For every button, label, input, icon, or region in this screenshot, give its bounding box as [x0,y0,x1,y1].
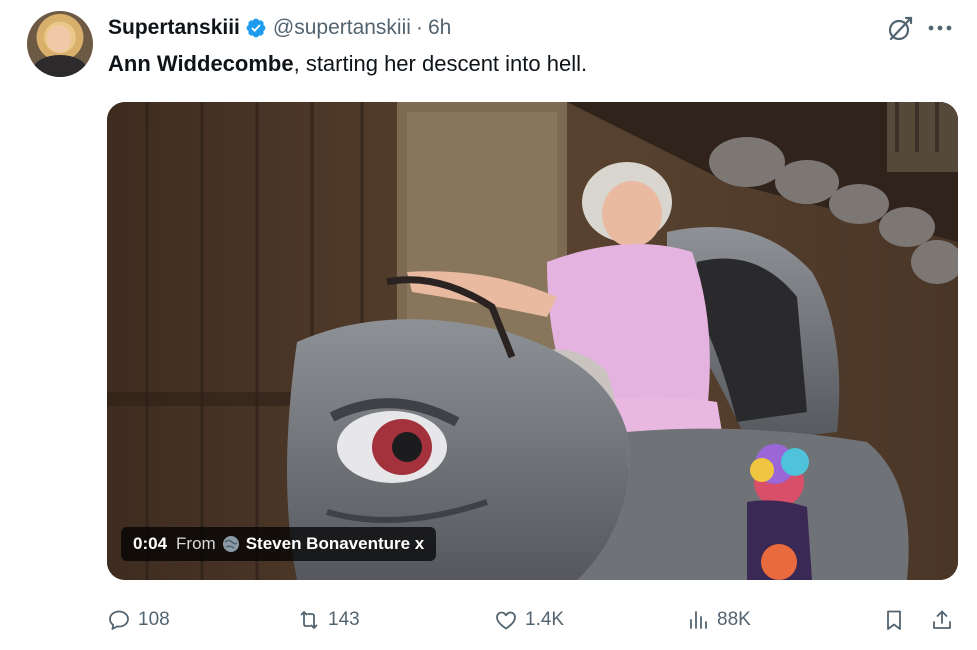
grok-icon[interactable] [887,16,913,42]
reply-button[interactable]: 108 [107,598,170,642]
avatar-shoulders [33,55,87,77]
verified-badge-icon [246,18,266,38]
tweet-text-rest: , starting her descent into hell. [293,51,588,76]
post-time[interactable]: 6h [428,16,451,40]
author-handle[interactable]: @supertanskiii [273,16,411,40]
heart-icon [496,611,516,630]
video-frame [107,102,958,580]
repost-button[interactable]: 143 [297,598,360,642]
avatar-face [47,25,71,53]
video-info-chip: 0:04 From Steven Bonaventure x [121,527,437,561]
views-count: 88K [717,609,751,630]
tweet-header: Supertanskiii @supertanskiii · 6h [108,14,451,42]
share-button[interactable] [930,598,961,642]
author-avatar[interactable] [27,11,93,77]
views-icon [690,611,707,629]
share-icon [933,610,951,629]
header-separator: · [415,16,423,39]
video-source-name[interactable]: Steven Bonaventure x [246,534,425,554]
bookmark-icon [887,610,901,630]
tweet-actions: 108 143 1.4K 88K [0,598,977,642]
reply-count: 108 [138,609,170,630]
video-player[interactable] [107,102,958,580]
like-button[interactable]: 1.4K [494,598,564,642]
author-display-name[interactable]: Supertanskiii [108,16,240,40]
tweet-text-bold: Ann Widdecombe [108,51,294,76]
repost-icon [300,611,318,629]
repost-count: 143 [328,609,360,630]
reply-icon [109,610,129,630]
views-button[interactable]: 88K [686,598,751,642]
source-avatar-icon [222,536,239,552]
bookmark-button[interactable] [882,598,913,642]
tweet-text: Ann Widdecombe, starting her descent int… [108,51,587,77]
video-timestamp: 0:04 [133,534,168,553]
like-count: 1.4K [525,609,565,630]
video-from-label: From [176,534,216,553]
more-icon[interactable] [926,18,954,38]
